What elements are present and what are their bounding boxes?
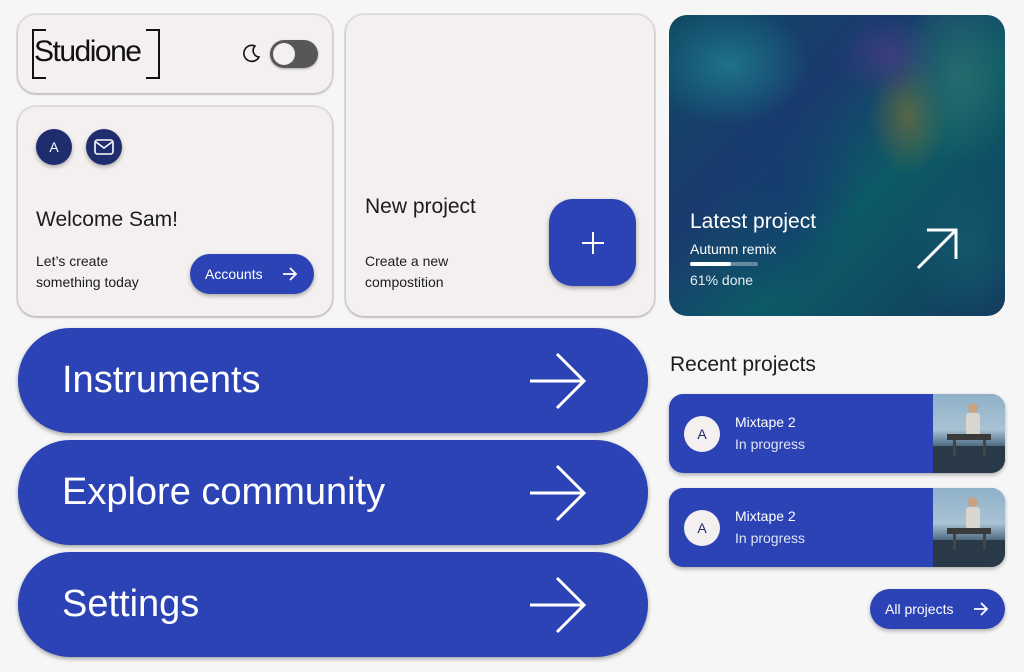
all-projects-label: All projects: [885, 601, 954, 617]
recent-projects-heading: Recent projects: [670, 353, 816, 376]
accounts-button[interactable]: Accounts: [190, 254, 314, 294]
recent-project-item[interactable]: A Mixtape 2 In progress: [669, 488, 1005, 567]
recent-project-name: Mixtape 2: [735, 414, 796, 430]
progress-text: 61% done: [690, 272, 754, 288]
moon-icon: [243, 44, 261, 63]
logo-bracket-right: [146, 29, 160, 79]
welcome-title: Welcome Sam!: [36, 208, 178, 231]
dark-mode-toggle[interactable]: [270, 40, 318, 68]
recent-project-status: In progress: [735, 530, 806, 546]
arrow-up-right-icon[interactable]: [915, 227, 959, 271]
new-project-title: New project: [365, 195, 476, 218]
avatar: A: [684, 510, 720, 546]
instruments-button[interactable]: Instruments: [18, 328, 648, 433]
new-project-card: New project Create a new compostition: [346, 15, 654, 316]
accounts-label: Accounts: [205, 266, 263, 282]
arrow-right-icon: [530, 464, 587, 522]
recent-project-thumbnail: [933, 488, 1005, 567]
latest-project-title: Latest project: [690, 210, 817, 233]
logo-text: Studione: [34, 35, 142, 68]
arrow-right-icon: [530, 352, 587, 410]
settings-label: Settings: [62, 583, 200, 625]
recent-project-status: In progress: [735, 436, 806, 452]
arrow-right-icon: [530, 576, 587, 634]
plus-icon: [581, 231, 604, 254]
logo-card: Studione: [18, 15, 332, 93]
settings-button[interactable]: Settings: [18, 552, 648, 657]
latest-project-card[interactable]: Latest project Autumn remix 61% done: [669, 15, 1005, 316]
recent-project-name: Mixtape 2: [735, 508, 796, 524]
recent-project-item[interactable]: A Mixtape 2 In progress: [669, 394, 1005, 473]
explore-community-label: Explore community: [62, 471, 386, 513]
welcome-card: A Welcome Sam! Let’s create something to…: [18, 107, 332, 316]
studione-logo[interactable]: Studione: [32, 29, 160, 79]
progress-bar: [690, 262, 758, 266]
all-projects-button[interactable]: All projects: [870, 589, 1005, 629]
mail-icon: [94, 139, 114, 155]
new-project-subtitle: Create a new compostition: [365, 253, 449, 290]
avatar: A: [684, 416, 720, 452]
instruments-label: Instruments: [62, 359, 261, 401]
progress-fill: [690, 262, 732, 266]
explore-community-button[interactable]: Explore community: [18, 440, 648, 545]
add-project-button[interactable]: [549, 199, 636, 286]
avatar[interactable]: A: [36, 129, 72, 165]
recent-project-thumbnail: [933, 394, 1005, 473]
latest-project-name: Autumn remix: [690, 241, 777, 257]
welcome-subtitle: Let’s create something today: [36, 253, 139, 290]
arrow-right-icon: [283, 267, 298, 281]
mail-button[interactable]: [86, 129, 122, 165]
toggle-knob: [273, 43, 295, 65]
arrow-right-icon: [974, 602, 989, 616]
